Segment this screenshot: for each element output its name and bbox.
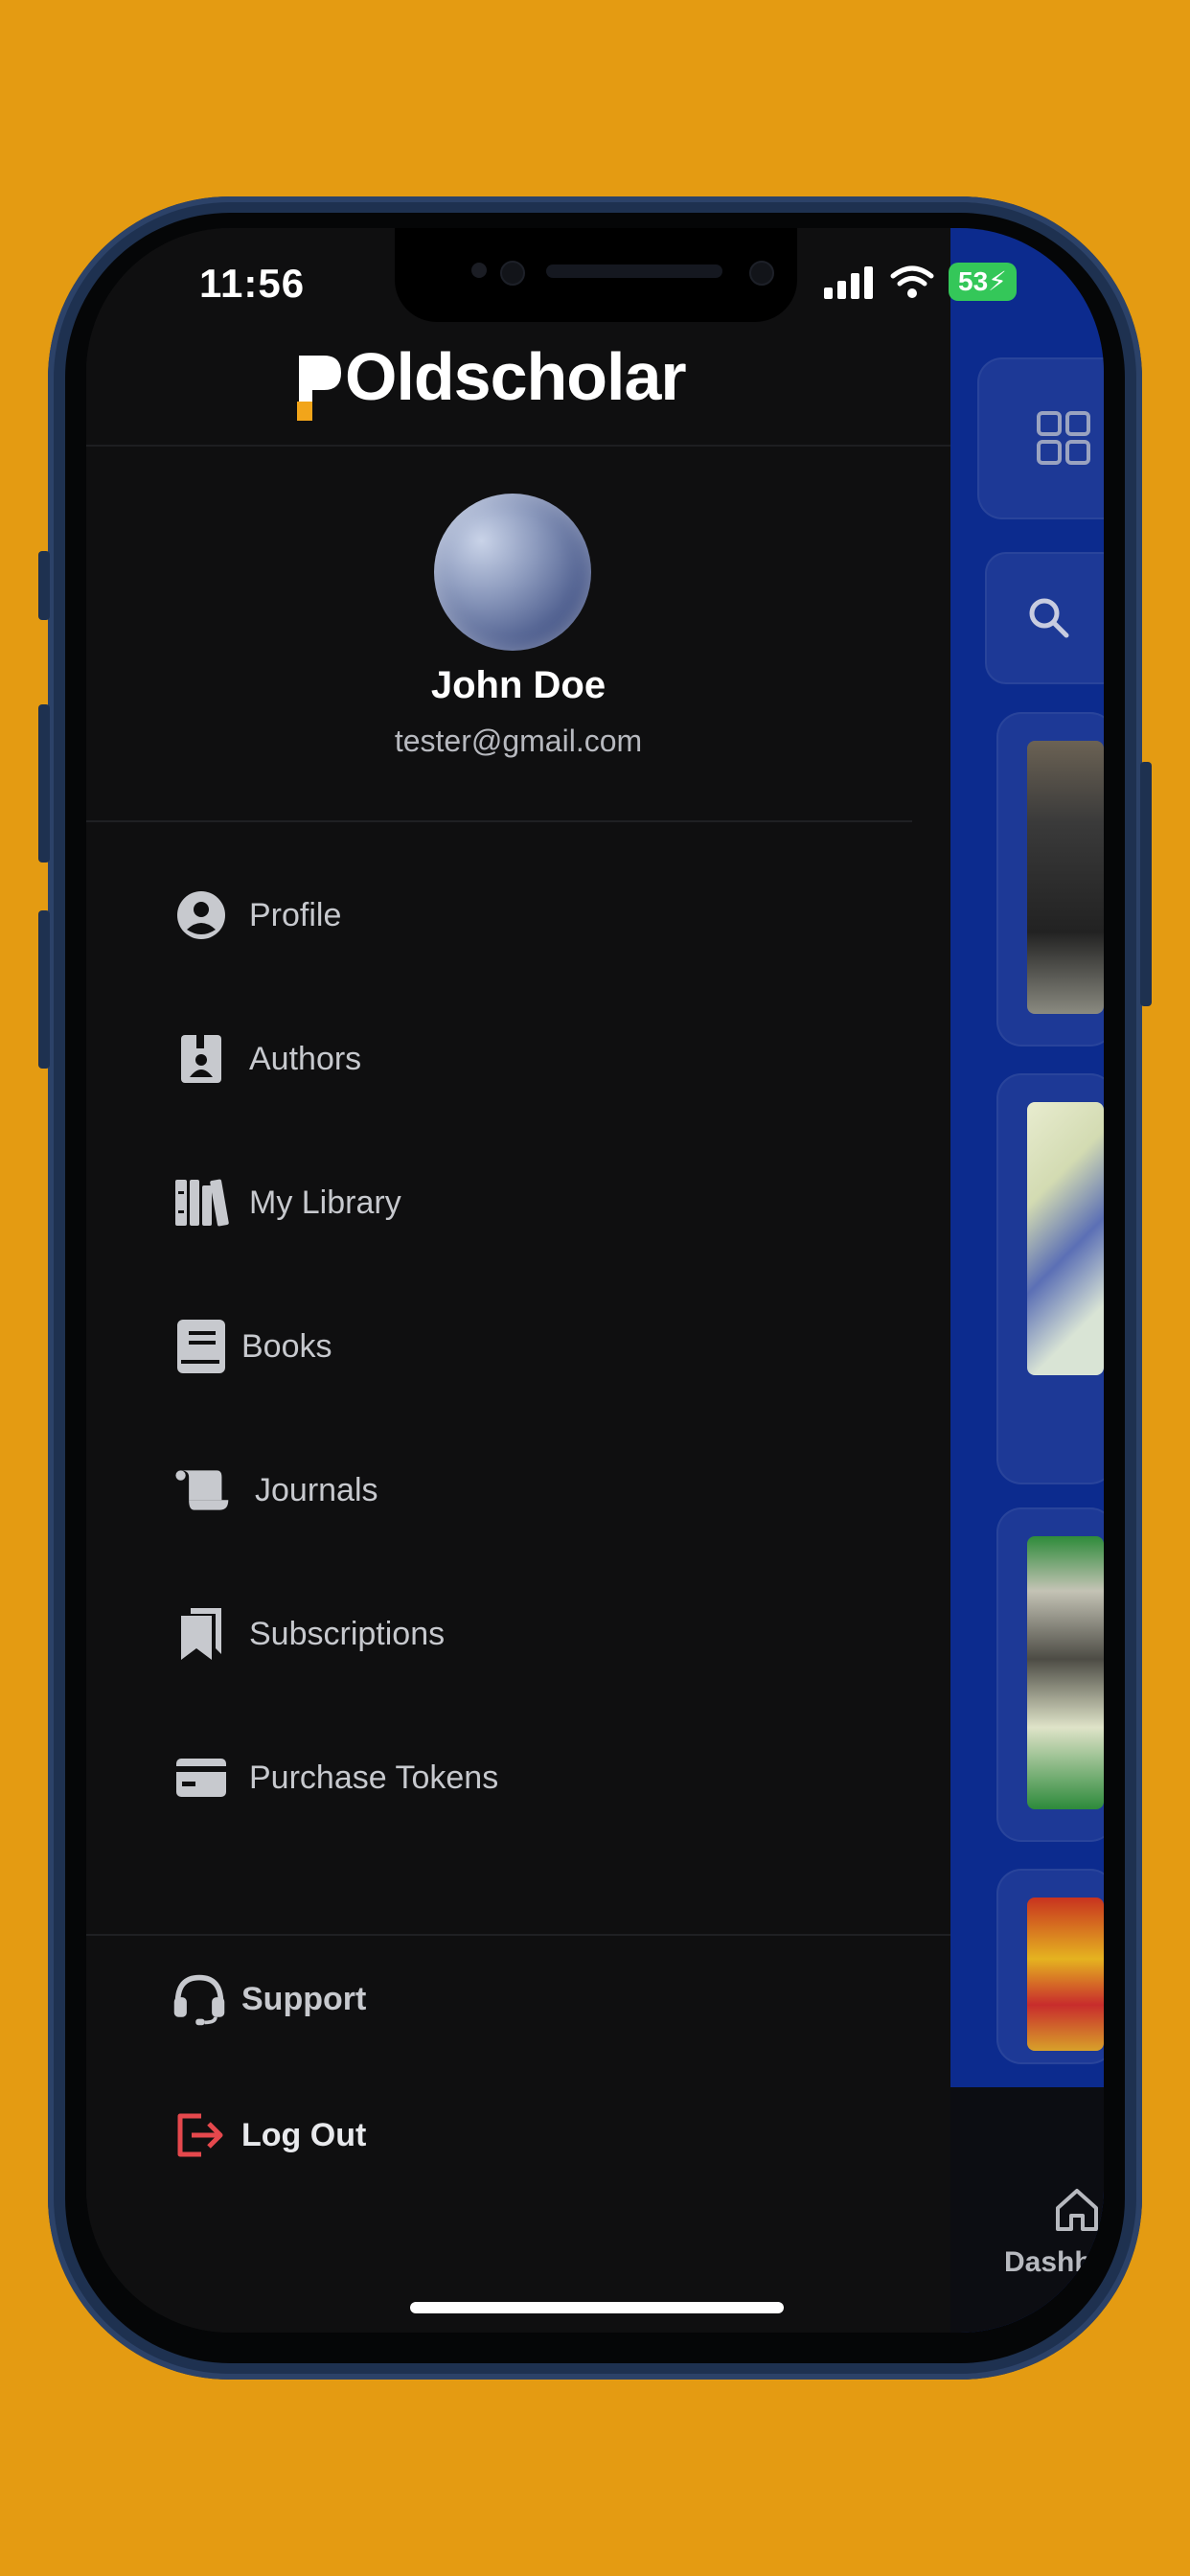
book-cover xyxy=(1027,1536,1104,1809)
header-divider xyxy=(86,445,950,447)
bookmarks-icon xyxy=(172,1605,230,1663)
cellular-signal-icon xyxy=(824,266,873,299)
menu-item-label: Books xyxy=(241,1327,332,1365)
tab-dashboard-label[interactable]: Dashb xyxy=(1004,2246,1092,2279)
menu-item-profile[interactable]: Profile xyxy=(172,877,341,954)
menu-item-books[interactable]: Books xyxy=(172,1308,332,1385)
user-email: tester@gmail.com xyxy=(394,724,643,758)
avatar[interactable] xyxy=(434,494,591,651)
status-icons: 53⚡ xyxy=(822,263,1017,301)
book-cover xyxy=(1027,1102,1104,1375)
search-bar[interactable] xyxy=(985,552,1104,684)
speaker-grille xyxy=(546,264,722,278)
menu-item-label: Log Out xyxy=(241,2116,367,2153)
volume-down-button xyxy=(38,910,50,1069)
scroll-icon xyxy=(172,1461,230,1519)
status-time: 11:56 xyxy=(199,261,306,306)
book-icon xyxy=(172,1318,230,1375)
library-books-icon xyxy=(172,1174,230,1231)
menu-item-label: Authors xyxy=(249,1040,362,1077)
logout-icon xyxy=(171,2106,228,2164)
home-indicator[interactable] xyxy=(410,2302,784,2313)
search-icon xyxy=(1029,598,1069,638)
menu-item-authors[interactable]: Authors xyxy=(172,1021,361,1097)
grid-icon xyxy=(1037,411,1090,465)
book-cover xyxy=(1027,741,1104,1014)
user-name: John Doe xyxy=(430,664,606,706)
battery-indicator: 53⚡ xyxy=(949,263,1017,301)
power-button xyxy=(1140,762,1152,1006)
menu-item-label: Support xyxy=(241,1980,367,2017)
grid-menu-button[interactable] xyxy=(977,357,1104,519)
battery-level: 53 xyxy=(958,266,989,296)
menu-item-label: Purchase Tokens xyxy=(249,1759,499,1796)
menu-item-purchase-tokens[interactable]: Purchase Tokens xyxy=(172,1739,498,1816)
navigation-drawer: 11:56 53⚡ Oldscholar John Doe tester@gma… xyxy=(86,228,1017,2333)
menu-item-log-out[interactable]: Log Out xyxy=(171,2097,366,2174)
menu-item-label: My Library xyxy=(249,1184,401,1221)
menu-item-label: Profile xyxy=(249,896,342,933)
menu-item-label: Journals xyxy=(255,1471,378,1508)
menu-item-support[interactable]: Support xyxy=(171,1961,366,2037)
home-icon[interactable] xyxy=(1052,2185,1102,2235)
book-cover xyxy=(1027,1898,1104,2051)
app-logo-icon xyxy=(297,356,341,421)
menu-item-subscriptions[interactable]: Subscriptions xyxy=(172,1596,445,1672)
camera-lens xyxy=(471,263,487,278)
menu-item-label: Subscriptions xyxy=(249,1615,446,1652)
camera-lens xyxy=(500,261,525,286)
profile-divider xyxy=(86,820,912,822)
menu-item-my-library[interactable]: My Library xyxy=(172,1164,401,1241)
phone-screen: Dashb 11:56 53⚡ Oldscholar John Doe test… xyxy=(86,228,1104,2333)
wifi-icon xyxy=(890,265,934,298)
volume-up-button xyxy=(38,704,50,862)
mute-switch xyxy=(38,551,50,620)
menu-item-journals[interactable]: Journals xyxy=(172,1452,378,1529)
credit-card-icon xyxy=(172,1749,230,1806)
app-logo: Oldscholar xyxy=(345,338,687,415)
contact-book-icon xyxy=(172,1030,230,1088)
camera-lens xyxy=(749,261,774,286)
headset-icon xyxy=(171,1970,228,2028)
camera-notch xyxy=(395,228,797,322)
account-circle-icon xyxy=(172,886,230,944)
app-logo-text: Oldscholar xyxy=(345,339,687,414)
charging-bolt-icon: ⚡ xyxy=(988,266,1007,296)
footer-divider xyxy=(86,1934,950,1936)
